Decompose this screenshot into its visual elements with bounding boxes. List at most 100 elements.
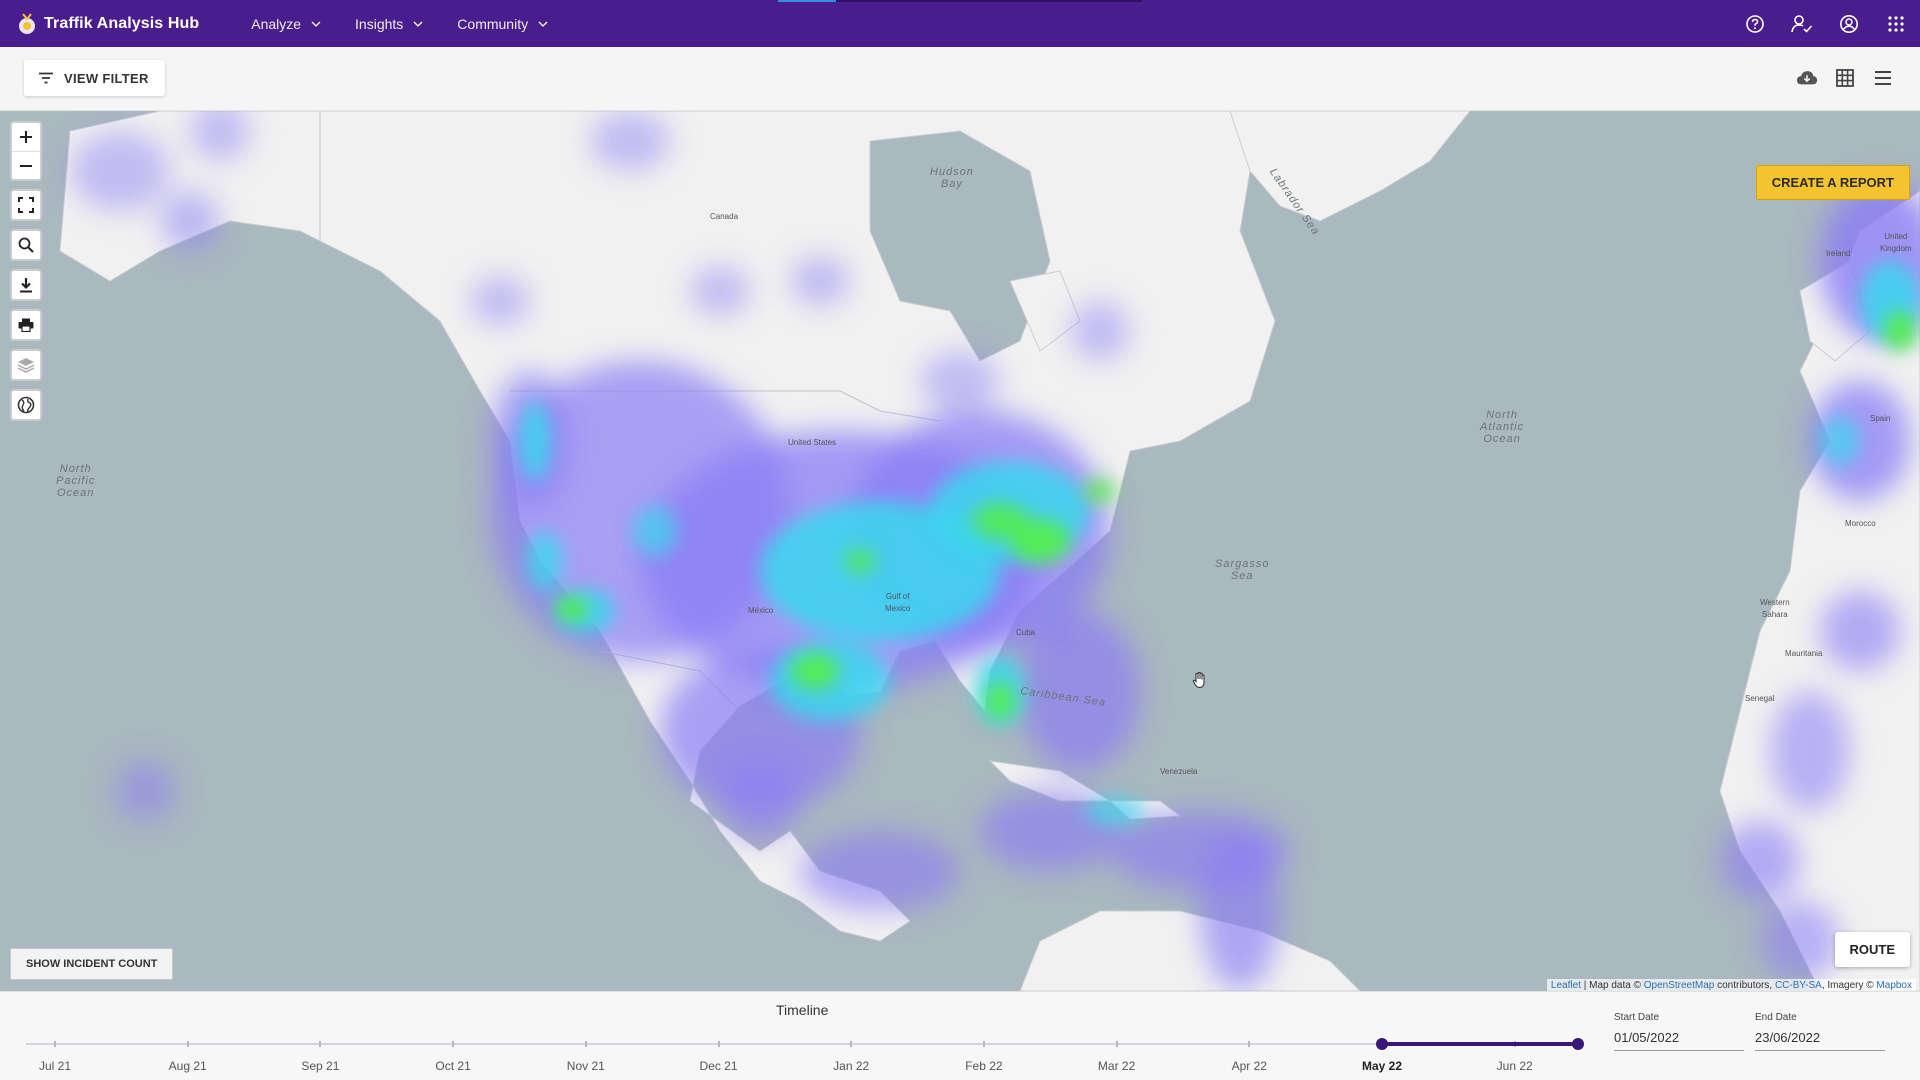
- map-globe-button[interactable]: [12, 391, 40, 419]
- app-title: Traffik Analysis Hub: [44, 14, 200, 32]
- help-icon[interactable]: [1743, 12, 1767, 36]
- fullscreen-button[interactable]: [12, 191, 40, 219]
- print-control: [10, 309, 42, 341]
- menu-insights[interactable]: Insights: [355, 16, 423, 32]
- label-western-sahara: Western Sahara: [1760, 598, 1790, 619]
- minus-icon: [20, 164, 32, 167]
- main-menu: Analyze Insights Community: [251, 16, 548, 32]
- attribution-text-1: | Map data ©: [1580, 980, 1644, 991]
- hand-cursor-icon: [1191, 671, 1209, 694]
- timeline-month-label[interactable]: Nov 21: [567, 1059, 605, 1073]
- timeline-tick: [584, 1041, 587, 1047]
- menu-insights-label: Insights: [355, 15, 404, 32]
- user-follow-icon[interactable]: [1790, 12, 1814, 36]
- route-button[interactable]: ROUTE: [1834, 932, 1910, 967]
- cc-by-sa-link[interactable]: CC-BY-SA: [1775, 980, 1822, 991]
- timeline-month-label[interactable]: May 22: [1362, 1059, 1402, 1073]
- map-attribution: Leaflet | Map data © OpenStreetMap contr…: [1546, 979, 1916, 991]
- map-base-layer: [59, 111, 1920, 991]
- layers-icon: [17, 358, 35, 373]
- attribution-text-2: contributors,: [1714, 980, 1775, 991]
- zoom-controls: [10, 121, 42, 181]
- start-date-field[interactable]: Start Date 01/05/2022: [1614, 1012, 1744, 1051]
- timeline-tick: [717, 1041, 720, 1047]
- loading-progress-bar: [778, 0, 1142, 2]
- map-controls: [10, 121, 42, 429]
- filter-bar: VIEW FILTER: [0, 47, 1920, 111]
- show-incident-count-button[interactable]: SHOW INCIDENT COUNT: [10, 948, 174, 980]
- app-logo-icon: [16, 11, 38, 37]
- label-north-atlantic: North Atlantic Ocean: [1480, 409, 1525, 445]
- label-spain: Spain: [1870, 414, 1891, 423]
- timeline-month-label[interactable]: Jul 21: [39, 1059, 71, 1073]
- globe-icon: [17, 396, 35, 414]
- menu-community-label: Community: [457, 15, 529, 32]
- timeline-tick: [54, 1041, 56, 1047]
- timeline-tick: [186, 1041, 189, 1047]
- timeline-tick: [1115, 1041, 1118, 1047]
- label-united-states: United States: [788, 438, 837, 447]
- leaflet-link[interactable]: Leaflet: [1551, 980, 1581, 991]
- map-search-button[interactable]: [12, 231, 40, 259]
- table-grid-icon[interactable]: [1834, 67, 1856, 89]
- zoom-out-button[interactable]: [12, 151, 40, 179]
- timeline-selected-range: [1382, 1042, 1578, 1046]
- account-icon[interactable]: [1837, 12, 1861, 36]
- timeline-panel: Timeline Jul 21 Aug 21 Sep 21 Oct 21 Nov 21 D…: [0, 991, 1920, 1080]
- view-tools: [1796, 67, 1894, 89]
- timeline-tick: [319, 1041, 322, 1047]
- timeline-month-label[interactable]: Mar 22: [1098, 1059, 1135, 1073]
- map-layers-button[interactable]: [12, 351, 40, 379]
- map-download-button[interactable]: [12, 271, 40, 299]
- timeline-month-label[interactable]: Apr 22: [1232, 1059, 1267, 1073]
- timeline-month-label[interactable]: Jun 22: [1497, 1059, 1533, 1073]
- timeline-month-label[interactable]: Sep 21: [301, 1059, 339, 1073]
- timeline-month-label[interactable]: Jan 22: [833, 1059, 869, 1073]
- download-control: [10, 269, 42, 301]
- start-date-label: Start Date: [1614, 1012, 1660, 1023]
- menu-analyze-label: Analyze: [251, 15, 302, 32]
- map-print-button[interactable]: [12, 311, 40, 339]
- create-report-button[interactable]: CREATE A REPORT: [1755, 165, 1910, 200]
- label-sargasso-sea: Sargasso Sea: [1215, 558, 1270, 582]
- end-date-field[interactable]: End Date 23/06/2022: [1755, 1012, 1885, 1051]
- view-filter-label: VIEW FILTER: [64, 70, 149, 86]
- label-canada: Canada: [710, 212, 739, 221]
- view-filter-button[interactable]: VIEW FILTER: [24, 60, 165, 96]
- mapbox-link[interactable]: Mapbox: [1876, 980, 1912, 991]
- heatmap-map[interactable]: Hudson Bay Labrador Sea North Pacific Ocean…: [0, 111, 1920, 991]
- print-icon: [18, 318, 34, 332]
- cloud-download-icon[interactable]: [1796, 67, 1818, 89]
- plus-icon: [20, 131, 32, 143]
- timeline-tick: [982, 1041, 985, 1047]
- start-date-input[interactable]: 01/05/2022: [1614, 1030, 1744, 1051]
- zoom-in-button[interactable]: [12, 123, 40, 151]
- label-united-kingdom: United Kingdom: [1880, 232, 1912, 253]
- timeline-month-label[interactable]: Feb 22: [965, 1059, 1002, 1073]
- download-icon: [20, 278, 32, 293]
- timeline-tick: [1248, 1041, 1251, 1047]
- label-north-pacific: North Pacific Ocean: [56, 463, 96, 499]
- attribution-text-3: , Imagery ©: [1821, 980, 1877, 991]
- timeline-track[interactable]: [26, 1043, 1580, 1045]
- label-morocco: Morocco: [1845, 519, 1876, 528]
- menu-analyze[interactable]: Analyze: [251, 16, 321, 32]
- chevron-down-icon: [538, 21, 548, 27]
- label-senegal: Senegal: [1745, 694, 1775, 703]
- timeline-start-handle[interactable]: [1376, 1038, 1388, 1050]
- end-date-input[interactable]: 23/06/2022: [1755, 1030, 1885, 1051]
- label-ireland: Ireland: [1826, 249, 1851, 258]
- timeline-title: Timeline: [776, 1002, 829, 1018]
- fullscreen-icon: [18, 197, 34, 213]
- list-menu-icon[interactable]: [1872, 67, 1894, 89]
- openstreetmap-link[interactable]: OpenStreetMap: [1644, 980, 1715, 991]
- menu-community[interactable]: Community: [457, 16, 548, 32]
- brand[interactable]: Traffik Analysis Hub: [16, 11, 199, 37]
- chevron-down-icon: [413, 21, 423, 27]
- timeline-month-label[interactable]: Oct 21: [435, 1059, 470, 1073]
- timeline-month-label[interactable]: Dec 21: [699, 1059, 737, 1073]
- apps-grid-icon[interactable]: [1884, 12, 1908, 36]
- end-date-label: End Date: [1755, 1012, 1797, 1023]
- timeline-end-handle[interactable]: [1572, 1038, 1584, 1050]
- timeline-month-label[interactable]: Aug 21: [169, 1059, 207, 1073]
